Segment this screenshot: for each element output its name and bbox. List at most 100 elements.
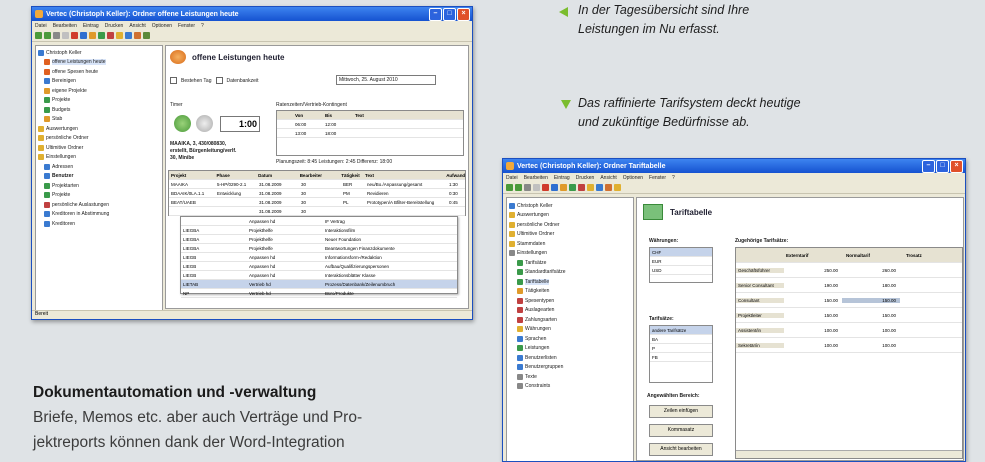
list-item[interactable]: LIEGB Anpassen hd Interaktionsblätter Klas… <box>181 271 457 280</box>
tree2-item-zahlungsarten[interactable]: Zahlungsarten <box>507 315 633 325</box>
tree2-item-stammdaten[interactable]: Stammdaten <box>507 239 633 249</box>
menu-drucken[interactable]: Drucken <box>105 23 124 29</box>
delete-icon[interactable] <box>71 32 78 39</box>
tree-item-auslastungen[interactable]: persönliche Auslastungen <box>36 200 162 210</box>
delete-icon-2[interactable] <box>542 184 549 191</box>
tree2-item-texte[interactable]: Texte <box>507 372 633 382</box>
tree2-item-user[interactable]: Christoph Keller <box>507 201 633 211</box>
list-item[interactable]: USD <box>650 266 712 275</box>
tree-item-kreditoren[interactable]: Kreditoren <box>36 219 162 229</box>
play-button[interactable] <box>174 115 191 132</box>
tree2-item-standardtarifsaetze[interactable]: Standardtarifsätze <box>507 268 633 278</box>
tree2-item-einstellungen[interactable]: Einstellungen <box>507 249 633 259</box>
project-dropdown-list[interactable]: Anpassen hd IF Vertrag LIEGBA Projekthelfe… <box>180 216 458 298</box>
list-item[interactable]: BA <box>650 335 712 344</box>
table-row[interactable]: BDAAIK/0LA.1.1 Entwicklung 31.08.2009 30 PM R… <box>169 189 465 198</box>
tree-item-projekte[interactable]: Projekte <box>36 96 162 106</box>
tree-item-user[interactable]: Christoph Keller <box>36 48 162 58</box>
date-picker[interactable]: Mittwoch, 25. August 2010 <box>336 75 436 85</box>
calendar-icon[interactable] <box>107 32 114 39</box>
tree2-item-ultimitive-ordner[interactable]: Ultimitive Ordner <box>507 230 633 240</box>
menu2-optionen[interactable]: Optionen <box>623 175 643 181</box>
tree-item-stab[interactable]: Stab <box>36 115 162 125</box>
table-row[interactable]: Senior Consultant 190.00 180.00 <box>736 278 962 293</box>
table-row[interactable]: Geschäftsführer 250.00 260.00 <box>736 263 962 278</box>
maximize-button[interactable]: □ <box>443 8 456 21</box>
refresh-icon-2[interactable] <box>524 184 531 191</box>
window-titlebar[interactable]: Vertec (Christoph Keller): Ordner offene… <box>32 7 472 21</box>
kommasatz-button[interactable]: Kommasatz <box>649 424 713 437</box>
list-item[interactable]: LIEGB Anpassen hd Aufbau/Qualifizierungspe… <box>181 262 457 271</box>
menu-optionen[interactable]: Optionen <box>152 23 172 29</box>
tarifsaetze-list[interactable]: andere Tarifsätze BA P FB <box>649 325 713 383</box>
list-item[interactable]: LIEGBA Projekthelfe Interaktionsfilm <box>181 226 457 235</box>
menu2-drucken[interactable]: Drucken <box>576 175 595 181</box>
tree2-item-leistungen[interactable]: Leistungen <box>507 344 633 354</box>
list-item[interactable]: Anpassen hd IF Vertrag <box>181 217 457 226</box>
list-item[interactable]: LIEGBA Projekthelfe Neuer Foundation <box>181 235 457 244</box>
folder-icon[interactable] <box>89 32 96 39</box>
tree-item-projektarten[interactable]: Projektarten <box>36 181 162 191</box>
close-button[interactable]: × <box>457 8 470 21</box>
calendar-icon-2[interactable] <box>578 184 585 191</box>
project-icon[interactable] <box>98 32 105 39</box>
tree2-item-taetigkeiten[interactable]: Tätigkeiten <box>507 287 633 297</box>
list-item[interactable]: P <box>650 344 712 353</box>
folder-icon-2[interactable] <box>560 184 567 191</box>
forward-icon-2[interactable] <box>515 184 522 191</box>
menu-ansicht[interactable]: Ansicht <box>129 23 145 29</box>
list-item-selected[interactable]: LIETAB Vertrieb hd Prozess/Datenbank/Zeile… <box>181 280 457 289</box>
menu-hilfe[interactable]: ? <box>201 23 204 29</box>
new-icon-2[interactable] <box>533 184 540 191</box>
pause-button[interactable] <box>196 115 213 132</box>
report-icon[interactable] <box>116 32 123 39</box>
list-item-selected[interactable]: andere Tarifsätze <box>650 326 712 335</box>
list-item[interactable]: LIEGB Anpassen hd Informationsform-/Redakt… <box>181 253 457 262</box>
horizontal-scrollbar[interactable] <box>736 450 962 458</box>
menu-datei[interactable]: Datei <box>35 23 47 29</box>
ansicht-bearbeiten-button[interactable]: Ansicht bearbeiten <box>649 443 713 456</box>
zeilen-einfuegen-button[interactable]: Zeilen einfügen <box>649 405 713 418</box>
refresh-icon[interactable] <box>53 32 60 39</box>
list-item[interactable]: NP Vertrieb hd Büro/Produkte <box>181 289 457 298</box>
list-item[interactable]: LIEGBA Projekthelfe Beantwortungen Finanzd… <box>181 244 457 253</box>
tree2-item-benutzerlisten[interactable]: Benutzerlisten <box>507 353 633 363</box>
menu2-eintrag[interactable]: Eintrag <box>554 175 570 181</box>
table-row[interactable]: Assistent/in 100.00 100.00 <box>736 323 962 338</box>
menu2-fenster[interactable]: Fenster <box>649 175 666 181</box>
tree-item-einstellungen[interactable]: Einstellungen <box>36 153 162 163</box>
menu2-datei[interactable]: Datei <box>506 175 518 181</box>
export-icon-2[interactable] <box>614 184 621 191</box>
user-icon-2[interactable] <box>551 184 558 191</box>
menu-eintrag[interactable]: Eintrag <box>83 23 99 29</box>
tree2-item-benutzergruppen[interactable]: Benutzergruppen <box>507 363 633 373</box>
tree2-item-sprachen[interactable]: Sprachen <box>507 334 633 344</box>
selected-cell[interactable]: 150.00 <box>842 297 900 303</box>
project-icon-2[interactable] <box>569 184 576 191</box>
tree2-item-auslagearten[interactable]: Auslagearten <box>507 306 633 316</box>
list-item-selected[interactable]: CHF <box>650 248 712 257</box>
checkbox-datenbank[interactable] <box>215 77 223 84</box>
list-item[interactable]: EUR <box>650 257 712 266</box>
timer-field[interactable]: 1:00 <box>220 116 260 132</box>
checkbox-bestehen[interactable] <box>170 77 177 84</box>
menu2-ansicht[interactable]: Ansicht <box>600 175 616 181</box>
table-row[interactable]: Consultant 150.00 150.00 <box>736 293 962 308</box>
menu2-hilfe[interactable]: ? <box>672 175 675 181</box>
report-icon-2[interactable] <box>587 184 594 191</box>
time-grid-row[interactable]: 13:00 18:00 <box>277 129 463 138</box>
tree-item-projekte-2[interactable]: Projekte <box>36 191 162 201</box>
tree-item-persoenliche-ordner[interactable]: persönliche Ordner <box>36 134 162 144</box>
waehrungen-list[interactable]: CHF EUR USD <box>649 247 713 283</box>
tree2-item-tariftabelle[interactable]: Tariftabelle <box>507 277 633 287</box>
tree-item-adressen[interactable]: Adressen <box>36 162 162 172</box>
minimize-button[interactable]: – <box>429 8 442 21</box>
back-icon-2[interactable] <box>506 184 513 191</box>
forward-icon[interactable] <box>44 32 51 39</box>
mail-icon[interactable] <box>134 32 141 39</box>
time-grid-row[interactable]: 06:00 12:00 <box>277 120 463 129</box>
tree2-item-persoenliche-ordner[interactable]: persönliche Ordner <box>507 220 633 230</box>
window2-titlebar[interactable]: Vertec (Christoph Keller): Ordner Tarift… <box>503 159 965 173</box>
tree2-item-auswertungen[interactable]: Auswertungen <box>507 211 633 221</box>
tree2-item-constraints[interactable]: Constraints <box>507 382 633 392</box>
